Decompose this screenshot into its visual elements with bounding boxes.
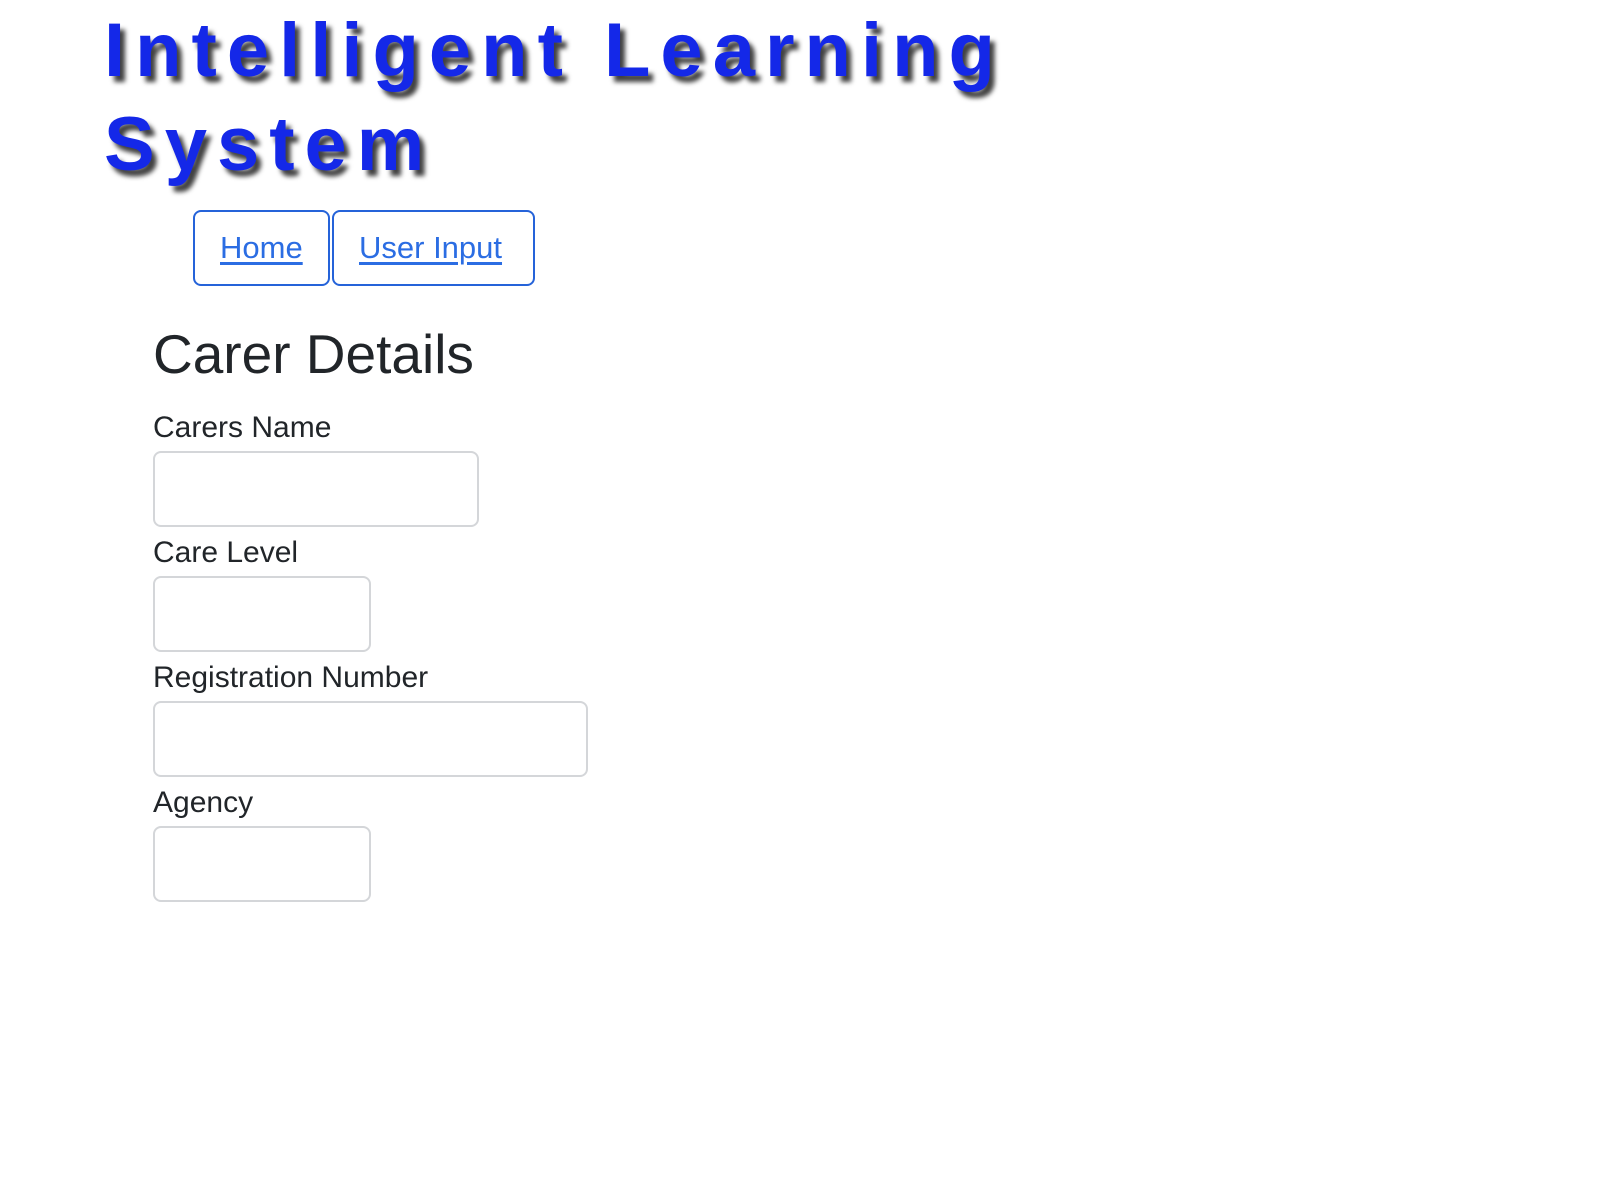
page-title: Carer Details	[153, 323, 474, 385]
agency-label: Agency	[153, 786, 254, 819]
carers-name-label: Carers Name	[153, 411, 332, 444]
care-level-input[interactable]	[153, 576, 371, 652]
care-level-label: Care Level	[153, 536, 299, 569]
carers-name-input[interactable]	[153, 451, 479, 527]
main-nav: Home User Input	[193, 210, 535, 286]
nav-link-user-input[interactable]: User Input	[332, 210, 535, 286]
registration-number-label: Registration Number	[153, 661, 429, 694]
agency-input[interactable]	[153, 826, 371, 902]
site-title: Intelligent Learning System	[104, 8, 1005, 187]
nav-link-home[interactable]: Home	[193, 210, 330, 286]
registration-number-input[interactable]	[153, 701, 588, 777]
